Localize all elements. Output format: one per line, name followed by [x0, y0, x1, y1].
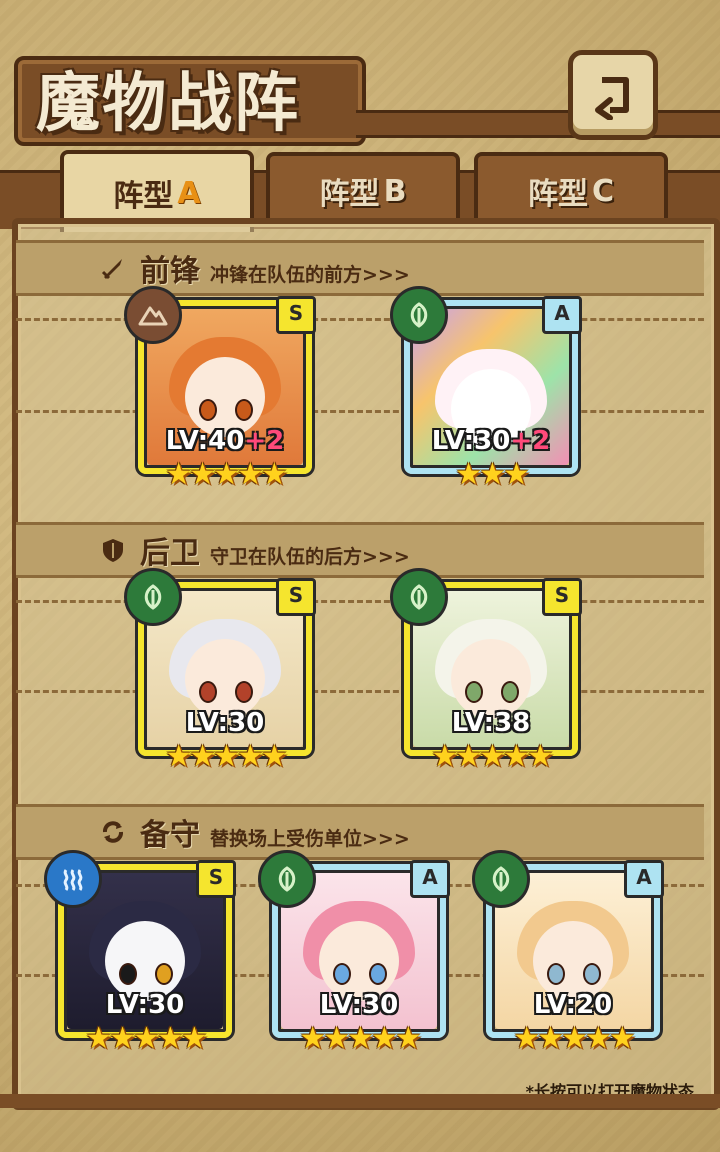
tab-label: 阵型: [113, 179, 174, 214]
unit-card[interactable]: A LV:30 ★★★★★: [258, 850, 450, 1056]
unit-level: LV:38: [404, 708, 578, 738]
unit-level: LV:20: [486, 990, 660, 1020]
rank-badge: S: [276, 296, 316, 334]
level-value: LV:38: [451, 708, 531, 738]
rank-badge: A: [542, 296, 582, 334]
unit-level: LV:30+2: [404, 426, 578, 456]
element-badge: [124, 286, 182, 344]
section-desc: 守卫在队伍的后方>>>: [210, 546, 410, 568]
title-stripe: [356, 110, 720, 138]
star-rating: ★★★★★: [165, 739, 287, 774]
mountain-icon: [138, 306, 168, 326]
swap-icon: [103, 821, 123, 843]
dash-line: [16, 690, 704, 693]
tab-label: 阵型: [319, 177, 380, 212]
star-rating: ★★★★★: [513, 1021, 635, 1056]
section-title: 后卫: [140, 536, 200, 571]
element-badge: [472, 850, 530, 908]
rank-badge: A: [624, 860, 664, 898]
tab-formation-b[interactable]: 阵型 B: [266, 152, 460, 226]
element-badge: [258, 850, 316, 908]
star-rating: ★★★★★: [431, 739, 553, 774]
rank-badge: S: [542, 578, 582, 616]
leaf-icon: [410, 302, 428, 328]
section-title: 前锋: [140, 254, 200, 289]
shield-icon: [103, 539, 123, 562]
leaf-icon: [410, 584, 428, 610]
tab-formation-c[interactable]: 阵型 C: [474, 152, 668, 226]
wave-icon: [63, 869, 83, 891]
dash-line: [16, 318, 704, 321]
tab-letter: C: [591, 173, 615, 209]
unit-card[interactable]: S LV:40+2 ★★★★★: [124, 286, 316, 492]
unit-level: LV:30: [138, 708, 312, 738]
section-desc: 冲锋在队伍的前方>>>: [210, 264, 410, 286]
section-desc: 替换场上受伤单位>>>: [210, 828, 410, 850]
element-badge: [124, 568, 182, 626]
unit-card[interactable]: S LV:30 ★★★★★: [124, 568, 316, 774]
back-button[interactable]: [568, 50, 658, 140]
unit-card[interactable]: S LV:38 ★★★★★: [390, 568, 582, 774]
section-header-reserve: 备守 替换场上受伤单位>>>: [16, 804, 704, 860]
leaf-icon: [144, 584, 162, 610]
unit-level: LV:30: [272, 990, 446, 1020]
rank-badge: S: [276, 578, 316, 616]
unit-card[interactable]: A LV:20 ★★★★★: [472, 850, 664, 1056]
tab-letter: A: [177, 175, 201, 211]
star-rating: ★★★: [455, 457, 530, 492]
leaf-icon: [492, 866, 510, 892]
star-rating: ★★★★★: [85, 1021, 207, 1056]
dash-line: [16, 600, 704, 603]
section-header-front: 前锋 冲锋在队伍的前方>>>: [16, 240, 704, 296]
level-value: LV:30: [319, 990, 399, 1020]
sword-icon: [101, 259, 122, 280]
unit-level: LV:30: [58, 990, 232, 1020]
section-header-rear: 后卫 守卫在队伍的后方>>>: [16, 522, 704, 578]
leaf-icon: [278, 866, 296, 892]
element-badge: [44, 850, 102, 908]
rank-badge: A: [410, 860, 450, 898]
tab-letter: B: [383, 173, 407, 209]
level-value: LV:20: [533, 990, 613, 1020]
unit-level: LV:40+2: [138, 426, 312, 456]
level-bonus: +2: [510, 426, 551, 456]
tab-label: 阵型: [527, 177, 588, 212]
level-value: LV:40: [165, 426, 245, 456]
unit-card[interactable]: A LV:30+2 ★★★: [390, 286, 582, 492]
star-rating: ★★★★★: [299, 1021, 421, 1056]
dash-line: [16, 410, 704, 413]
level-bonus: +2: [244, 426, 285, 456]
panel-bottom-bar: [0, 1094, 720, 1108]
section-title: 备守: [140, 818, 200, 853]
level-value: LV:30: [431, 426, 511, 456]
rank-badge: S: [196, 860, 236, 898]
element-badge: [390, 286, 448, 344]
page-title: 魔物战阵: [36, 67, 300, 141]
unit-card[interactable]: S LV:30 ★★★★★: [44, 850, 236, 1056]
level-value: LV:30: [105, 990, 185, 1020]
star-rating: ★★★★★: [165, 457, 287, 492]
back-arrow-icon: [595, 77, 629, 120]
level-value: LV:30: [185, 708, 265, 738]
element-badge: [390, 568, 448, 626]
